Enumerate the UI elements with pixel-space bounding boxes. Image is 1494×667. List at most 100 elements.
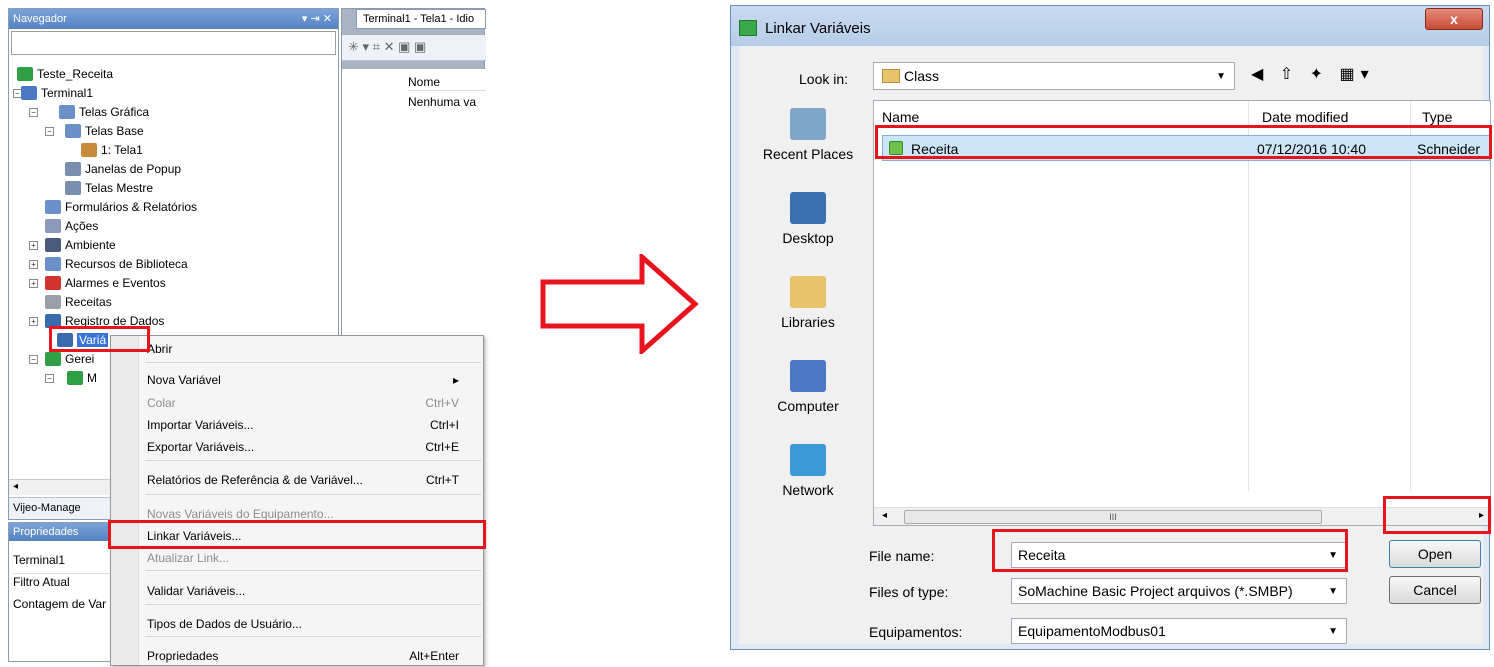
cancel-button[interactable]: Cancel [1389,576,1481,604]
menu-item-label: Abrir [147,342,173,356]
place-icon [790,108,826,140]
tree-item-label: Ambiente [65,238,116,252]
tree-expander-icon[interactable]: − [45,127,54,136]
place-item[interactable]: Desktop [747,192,869,246]
tree-item[interactable]: Recursos de Biblioteca [45,255,188,273]
file-type-label: Files of type: [869,584,949,600]
tree-item[interactable]: M [67,369,97,387]
tree-item[interactable]: 1: Tela1 [81,141,143,159]
menu-item[interactable]: Propriedades Alt+Enter [147,645,477,667]
look-in-label: Look in: [799,71,849,87]
menu-item[interactable]: Tipos de Dados de Usuário... [147,613,477,635]
menu-item[interactable]: Abrir [147,338,477,360]
context-menu-gutter [111,336,139,665]
flow-arrow-icon [540,254,699,354]
tree-item[interactable]: Ambiente [45,236,116,254]
menu-item-label: Atualizar Link... [147,551,230,565]
tree-item[interactable]: Janelas de Popup [65,160,181,178]
place-item[interactable]: Network [747,444,869,498]
navigator-title-bar: Navegador ▾ ⇥ ✕ [9,9,338,29]
file-list: Name Date modified Type Receita 07/12/20… [873,100,1492,526]
property-row-filter[interactable]: Filtro Atual [13,575,70,589]
tree-item[interactable]: Gerei [45,350,94,368]
tree-item[interactable]: Ações [45,217,98,235]
editor-tab[interactable]: Terminal1 - Tela1 - Idio [356,9,486,29]
tree-expander-icon[interactable]: + [29,279,38,288]
scroll-left-icon[interactable]: ◂ [13,481,18,492]
scrollbar-thumb[interactable]: III [904,510,1322,524]
tree-expander-icon[interactable]: + [29,241,38,250]
menu-item-shortcut: Ctrl+E [425,440,459,454]
column-header-name[interactable]: Nome [408,73,486,91]
tree-item[interactable]: Teste_Receita [17,65,113,83]
menu-item[interactable]: Relatórios de Referência & de Variável..… [147,469,477,491]
menu-separator [145,636,481,637]
tree-item-label: M [87,371,97,385]
properties-object[interactable]: Terminal1 [13,553,65,567]
tree-expander-icon[interactable]: + [29,260,38,269]
column-header-type[interactable]: Type [1422,109,1452,125]
tree-item[interactable]: Formulários & Relatórios [45,198,197,216]
tree-item-label: Receitas [65,295,112,309]
tree-item-label: Alarmes e Eventos [65,276,166,290]
tree-item-label: Janelas de Popup [85,162,182,176]
menu-item-label: Validar Variáveis... [147,584,246,598]
highlight-open-button [1383,496,1491,534]
menu-separator [145,362,481,363]
place-label: Recent Places [762,146,854,162]
file-name-label: File name: [869,548,935,564]
tree-expander-icon[interactable]: − [29,355,38,364]
tree-item[interactable]: Receitas [45,293,112,311]
editor-toolbar[interactable]: ✳ ▾ ⌗ ✕ ▣ ▣ [342,35,486,61]
place-item[interactable]: Computer [747,360,869,414]
column-header-name[interactable]: Name [882,109,919,125]
tree-node-icon [65,181,81,195]
tree-item-label: Telas Gráfica [79,105,150,119]
tree-expander-icon[interactable]: − [29,108,38,117]
tree-item[interactable]: Telas Gráfica [59,103,149,121]
tree-item[interactable]: Terminal1 [21,84,93,102]
tree-expander-icon[interactable]: − [45,374,54,383]
tree-item-label: Telas Mestre [85,181,154,195]
context-menu: Abrir Nova Variável ▸ Colar Ctrl+V Importar V… [110,335,484,666]
tree-item[interactable]: Alarmes e Eventos [45,274,166,292]
look-in-select[interactable]: Class ▼ [873,62,1235,90]
menu-item-label: Nova Variável [147,373,221,387]
close-button[interactable]: x [1425,8,1483,30]
menu-item[interactable]: Validar Variáveis... [147,580,477,602]
menu-item[interactable]: Importar Variáveis... Ctrl+I [147,414,477,436]
scroll-left-icon[interactable]: ◂ [882,510,887,521]
places-bar: Recent Places Desktop Libraries Computer Net… [747,100,869,516]
place-icon [790,276,826,308]
tree-item[interactable]: Telas Mestre [65,179,153,197]
pin-icon[interactable]: ▾ ⇥ ✕ [302,12,332,25]
highlight-linkar-variaveis [108,520,486,549]
tree-item-label: 1: Tela1 [101,143,143,157]
equipment-select[interactable]: EquipamentoModbus01 ▼ [1011,618,1347,644]
menu-item[interactable]: Nova Variável ▸ [147,369,477,391]
place-icon [790,444,826,476]
tree-item-label: Gerei [65,352,95,366]
menu-item-shortcut: Alt+Enter [409,649,459,663]
menu-item[interactable]: Exportar Variáveis... Ctrl+E [147,436,477,458]
navigator-search-input[interactable] [11,31,336,55]
editor-area: Terminal1 - Tela1 - Idio ✳ ▾ ⌗ ✕ ▣ ▣ Nom… [341,8,486,359]
chevron-down-icon[interactable]: ▼ [1328,626,1338,637]
file-type-select[interactable]: SoMachine Basic Project arquivos (*.SMBP… [1011,578,1347,604]
menu-item[interactable]: Colar Ctrl+V [147,392,477,414]
menu-item[interactable]: Atualizar Link... [147,547,477,569]
column-header-date[interactable]: Date modified [1262,109,1348,125]
chevron-down-icon[interactable]: ▼ [1328,586,1338,597]
vijeo-manager-label: Vijeo-Manage [13,502,81,514]
tree-node-icon [59,105,75,119]
place-item[interactable]: Recent Places [747,108,869,162]
open-button[interactable]: Open [1389,540,1481,568]
place-item[interactable]: Libraries [747,276,869,330]
tree-node-icon [45,238,61,252]
tree-expander-icon[interactable]: + [29,317,38,326]
property-row-count[interactable]: Contagem de Var [13,597,106,611]
equipment-value: EquipamentoModbus01 [1018,623,1166,639]
tree-node-icon [45,257,61,271]
folder-navigation-icons[interactable]: ◀ ⇧ ✦ ▦▾ [1251,64,1375,84]
tree-item[interactable]: Telas Base [65,122,144,140]
